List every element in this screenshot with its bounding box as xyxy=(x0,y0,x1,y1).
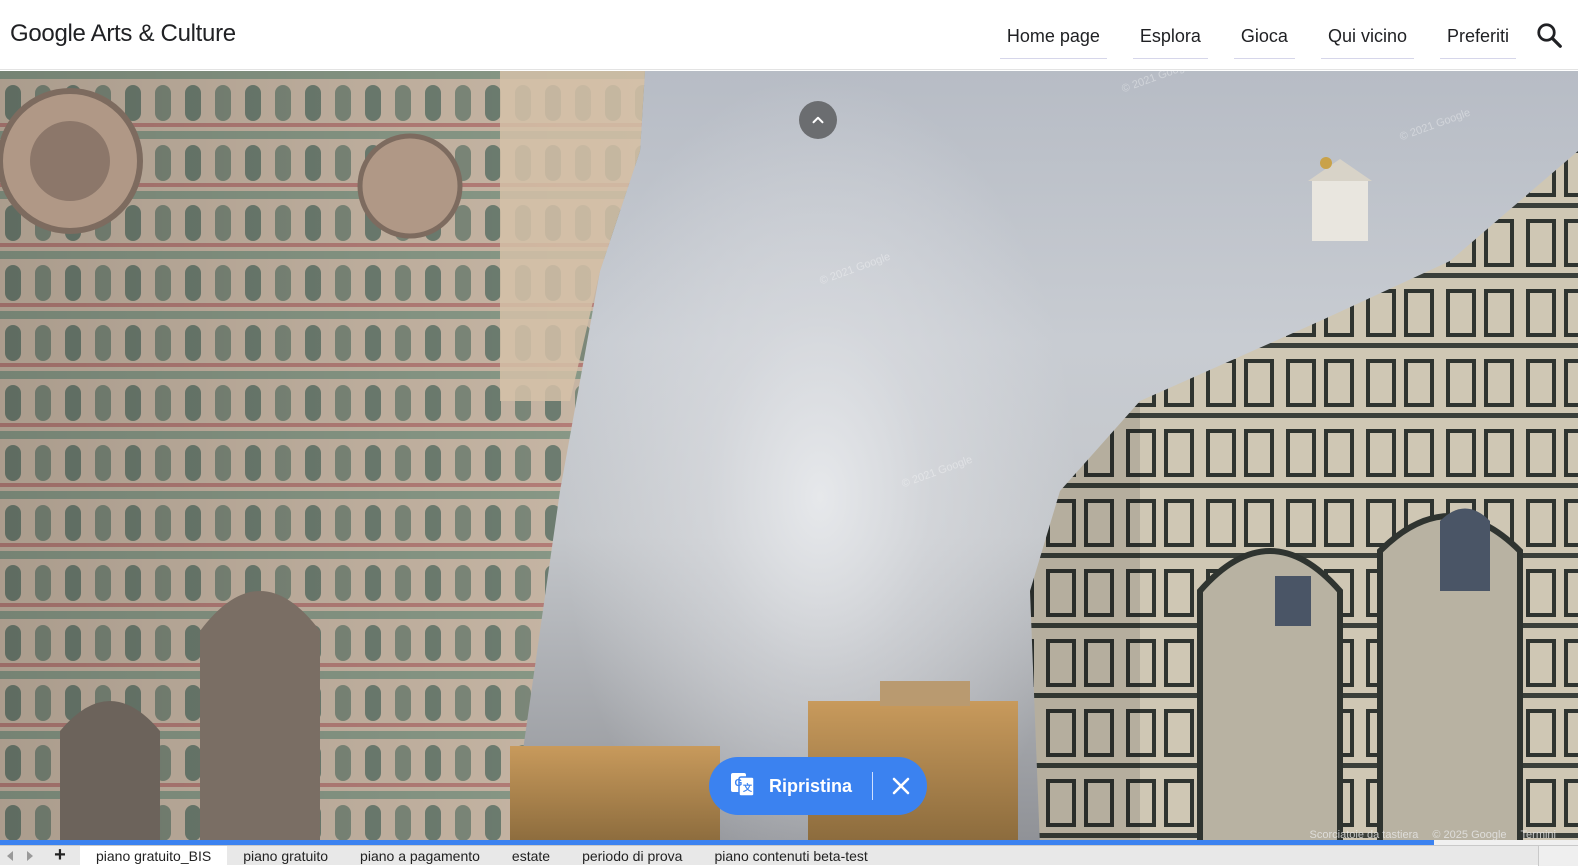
logo-google-text: Google xyxy=(10,20,86,47)
logo-arts-culture-text: Arts & Culture xyxy=(85,20,237,47)
nav-home-page[interactable]: Home page xyxy=(999,14,1107,59)
sheet-tab[interactable]: piano contenuti beta-test xyxy=(698,846,883,866)
search-icon[interactable] xyxy=(1534,20,1564,50)
tabs-bar-end xyxy=(1538,846,1578,866)
sheet-tab[interactable]: piano a pagamento xyxy=(344,846,496,866)
map-attribution: Scorciatoie da tastiera © 2025 Google Te… xyxy=(1310,829,1556,841)
scroll-right-icon[interactable] xyxy=(20,846,40,866)
restore-button[interactable]: G 文 Ripristina xyxy=(709,757,852,815)
sheet-tabs-bar: + piano gratuito_BIS piano gratuito pian… xyxy=(0,844,1578,866)
close-icon[interactable] xyxy=(881,766,921,806)
main-nav: Home page Esplora Gioca Qui vicino Prefe… xyxy=(999,14,1516,59)
divider xyxy=(872,772,874,800)
translate-icon: G 文 xyxy=(729,770,757,803)
nav-qui-vicino[interactable]: Qui vicino xyxy=(1320,14,1414,59)
sheet-tab[interactable]: periodo di prova xyxy=(566,846,698,866)
top-app-bar: Google Arts & Culture Home page Esplora … xyxy=(0,0,1578,70)
keyboard-shortcuts-link[interactable]: Scorciatoie da tastiera xyxy=(1310,829,1419,841)
svg-text:文: 文 xyxy=(742,782,753,793)
svg-text:G: G xyxy=(735,778,743,789)
translation-restore-bar: G 文 Ripristina xyxy=(709,757,927,815)
nav-esplora[interactable]: Esplora xyxy=(1132,14,1208,59)
panorama-load-progress xyxy=(0,840,1434,845)
sheet-tab[interactable]: estate xyxy=(496,846,566,866)
sheet-tab[interactable]: piano gratuito_BIS xyxy=(80,845,228,866)
restore-label: Ripristina xyxy=(769,775,853,796)
chevron-up-icon[interactable] xyxy=(799,101,837,139)
scroll-left-icon[interactable] xyxy=(0,846,20,866)
nav-gioca[interactable]: Gioca xyxy=(1233,14,1295,59)
add-sheet-button[interactable]: + xyxy=(40,844,80,866)
sheet-tab[interactable]: piano gratuito xyxy=(227,846,344,866)
street-view-panorama[interactable]: © 2021 Google © 2021 Google © 2021 Googl… xyxy=(0,71,1578,846)
panorama-artwork xyxy=(0,71,1578,846)
google-arts-culture-logo[interactable]: Google Arts & Culture xyxy=(10,20,236,48)
terms-link[interactable]: Termini xyxy=(1521,829,1556,841)
nav-preferiti[interactable]: Preferiti xyxy=(1439,14,1516,59)
copyright-text: © 2025 Google xyxy=(1432,829,1507,841)
